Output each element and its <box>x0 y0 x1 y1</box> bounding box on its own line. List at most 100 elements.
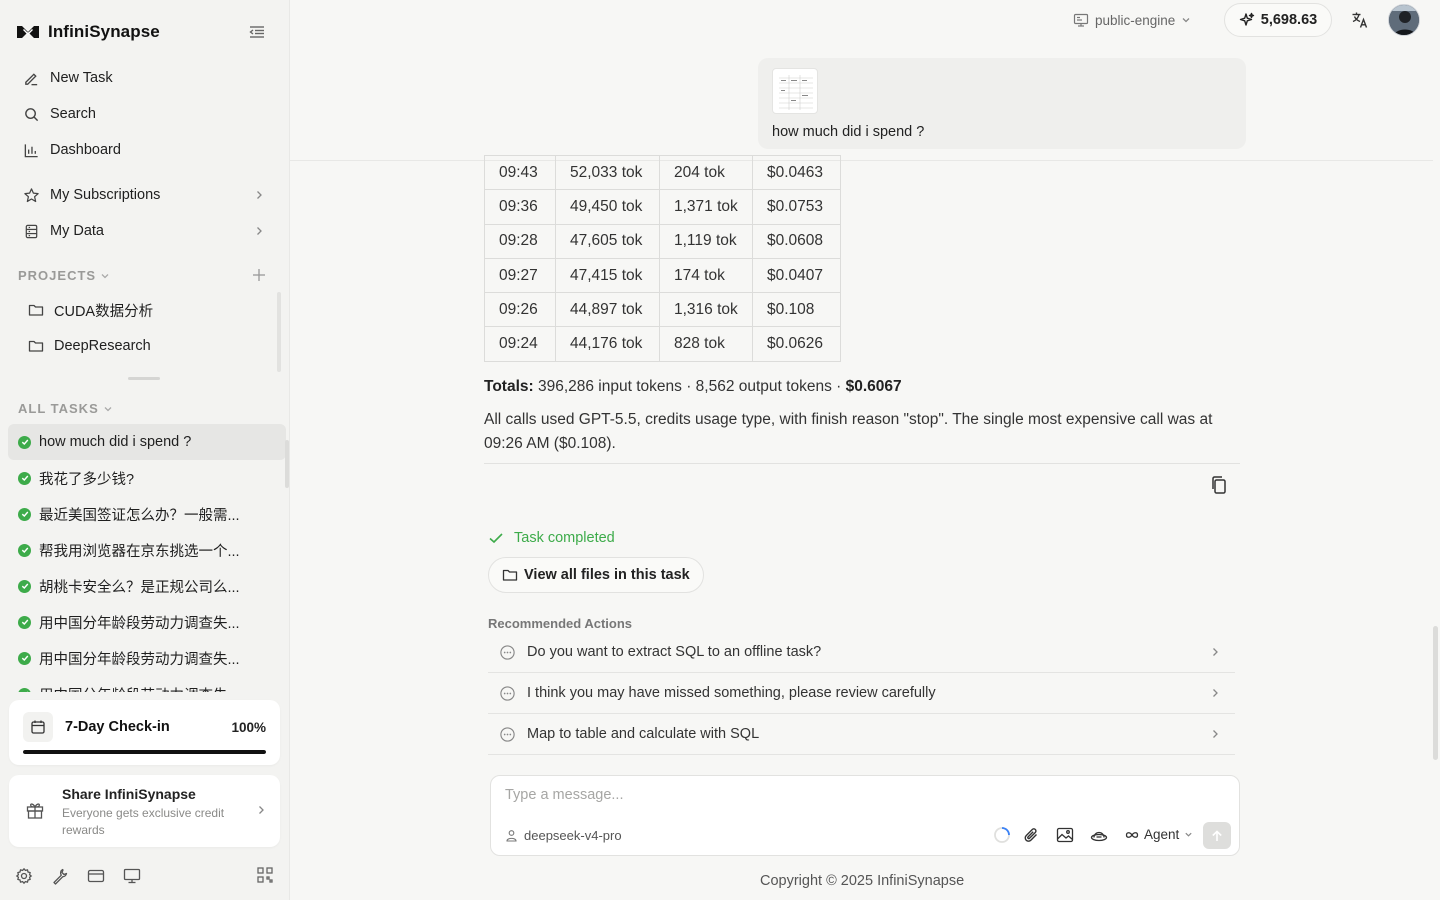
task-item-label: how much did i spend ? <box>39 434 192 450</box>
task-item[interactable]: 最近美国签证怎么办？一般需... <box>8 496 286 532</box>
usage-table: 09:43 52,033 tok 204 tok $0.0463 09:36 49,450… <box>484 154 841 362</box>
message-circle-icon <box>500 644 515 660</box>
message-divider <box>484 463 1240 464</box>
credits-badge[interactable]: 5,698.63 <box>1224 3 1332 37</box>
checkin-card[interactable]: 7-Day Check-in 100% <box>9 700 280 765</box>
project-item[interactable]: CUDA数据分析 <box>22 294 272 326</box>
attachment-thumbnail[interactable] <box>772 68 818 114</box>
model-selector[interactable]: deepseek-v4-pro <box>505 828 622 843</box>
time-cell: 09:28 <box>484 223 556 259</box>
table-row: 09:43 52,033 tok 204 tok $0.0463 <box>484 154 841 191</box>
arrow-up-icon <box>1212 829 1222 841</box>
infinity-icon <box>1125 831 1139 838</box>
checkin-percent: 100% <box>231 720 266 735</box>
nav-new-task[interactable]: New Task <box>16 62 276 94</box>
table-row: 09:26 44,897 tok 1,316 tok $0.108 <box>484 292 841 328</box>
projects-scrollbar[interactable] <box>277 292 281 372</box>
connector-icon[interactable] <box>1089 825 1109 845</box>
qr-code-icon[interactable] <box>256 866 274 884</box>
task-item-label: 我花了多少钱? <box>39 471 135 488</box>
task-item-label: 用中国分年龄段劳动力调查失... <box>39 684 240 693</box>
desktop-icon[interactable] <box>122 866 142 886</box>
all-tasks-header[interactable]: ALL TASKS <box>18 401 113 416</box>
view-all-files-label: View all files in this task <box>524 567 690 583</box>
credit-card-icon[interactable] <box>86 866 106 886</box>
task-item-active[interactable]: how much did i spend ? <box>8 424 286 460</box>
nav-search[interactable]: Search <box>16 98 276 130</box>
nav-search-label: Search <box>50 106 96 122</box>
time-cell: 09:24 <box>484 326 556 362</box>
cost-cell: $0.0463 <box>752 154 841 191</box>
nav-new-task-label: New Task <box>50 70 113 86</box>
translate-icon[interactable] <box>1351 11 1369 29</box>
loading-spinner-icon <box>992 825 1012 845</box>
main-scrollbar[interactable] <box>1433 626 1438 760</box>
star-icon <box>24 187 39 202</box>
nav-my-data[interactable]: My Data <box>16 215 276 247</box>
send-button[interactable] <box>1203 822 1231 849</box>
agent-selector[interactable]: Agent <box>1125 827 1193 842</box>
input-tokens-cell: 49,450 tok <box>555 189 660 225</box>
chevron-right-icon <box>259 806 264 814</box>
paperclip-icon[interactable] <box>1021 825 1041 845</box>
chevron-right-icon <box>1213 730 1218 738</box>
pen-icon <box>25 72 38 85</box>
recommended-action-label: Do you want to extract SQL to an offline… <box>527 644 822 660</box>
resize-handle[interactable] <box>128 377 160 380</box>
input-tokens-cell: 47,415 tok <box>555 257 660 294</box>
output-tokens-cell: 828 tok <box>659 326 753 362</box>
task-item[interactable]: 胡桃卡安全么？是正规公司么... <box>8 568 286 604</box>
table-row: 09:24 44,176 tok 828 tok $0.0626 <box>484 326 841 362</box>
share-card[interactable]: Share InfiniSynapse Everyone gets exclus… <box>9 775 280 847</box>
task-item[interactable]: 帮我用浏览器在京东挑选一个... <box>8 532 286 568</box>
message-input[interactable] <box>505 785 1225 805</box>
totals-label: Totals: <box>484 378 534 395</box>
credits-amount: 5,698.63 <box>1260 12 1318 28</box>
output-tokens-cell: 1,119 tok <box>659 223 753 259</box>
nav-my-subscriptions[interactable]: My Subscriptions <box>16 179 276 211</box>
image-icon[interactable] <box>1055 825 1075 845</box>
brand[interactable]: InfiniSynapse <box>16 20 160 44</box>
avatar[interactable] <box>1388 4 1420 36</box>
cost-cell: $0.0753 <box>752 189 841 225</box>
recommended-action[interactable]: Map to table and calculate with SQL <box>488 714 1235 755</box>
sidebar: InfiniSynapse New Task Search Dashboard … <box>0 0 290 900</box>
share-title: Share InfiniSynapse <box>62 786 196 802</box>
input-tokens-cell: 52,033 tok <box>555 154 660 191</box>
checkmark-icon <box>489 533 503 544</box>
task-item-label: 用中国分年龄段劳动力调查失... <box>39 615 240 632</box>
add-project-icon[interactable] <box>251 267 267 283</box>
projects-header[interactable]: PROJECTS <box>18 268 110 283</box>
view-all-files-button[interactable]: View all files in this task <box>488 557 704 593</box>
cost-cell: $0.0407 <box>752 257 841 294</box>
agent-selector-label: Agent <box>1144 827 1180 842</box>
task-item[interactable]: 我花了多少钱? <box>8 460 286 496</box>
output-tokens-cell: 1,316 tok <box>659 292 753 328</box>
project-item[interactable]: DeepResearch <box>22 330 272 362</box>
all-tasks-header-label: ALL TASKS <box>18 401 99 416</box>
recommended-action[interactable]: I think you may have missed something, p… <box>488 673 1235 714</box>
wrench-icon[interactable] <box>50 866 70 886</box>
nav-my-data-label: My Data <box>50 223 104 239</box>
cost-cell: $0.108 <box>752 292 841 328</box>
totals-line: Totals: 396,286 input tokens · 8,562 out… <box>484 378 902 396</box>
task-item[interactable]: 用中国分年龄段劳动力调查失... <box>8 640 286 676</box>
cost-cell: $0.0626 <box>752 326 841 362</box>
chevron-down-icon <box>1185 832 1192 837</box>
check-circle-icon <box>18 543 31 557</box>
engine-selector[interactable]: public-engine <box>1073 10 1191 30</box>
user-avatar-icon <box>1389 5 1419 35</box>
copy-icon[interactable] <box>1210 475 1228 495</box>
totals-amount: $0.6067 <box>845 378 902 395</box>
folder-icon <box>502 569 518 581</box>
task-item[interactable]: 用中国分年龄段劳动力调查失... <box>8 604 286 640</box>
collapse-sidebar-icon[interactable] <box>248 24 266 40</box>
task-item[interactable]: 用中国分年龄段劳动力调查失... <box>8 676 286 692</box>
settings-icon[interactable] <box>14 866 34 886</box>
recommended-action[interactable]: Do you want to extract SQL to an offline… <box>488 632 1235 673</box>
tasks-scrollbar[interactable] <box>285 440 289 488</box>
nav-dashboard[interactable]: Dashboard <box>16 134 276 166</box>
sparkle-icon <box>1239 12 1254 26</box>
check-circle-icon <box>18 579 31 593</box>
user-message-text: how much did i spend ? <box>772 124 925 140</box>
